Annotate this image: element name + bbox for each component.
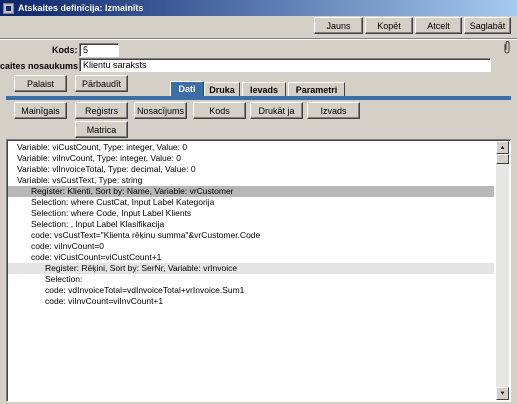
condition-button[interactable]: Nosacījums (134, 102, 187, 119)
list-item[interactable]: code: viInvCount=0 (8, 241, 494, 252)
tab-print[interactable]: Druka (204, 82, 240, 96)
output-button[interactable]: Izvads (307, 102, 360, 119)
list-item[interactable]: Variable: viCustCount, Type: integer, Va… (8, 142, 494, 153)
new-button[interactable]: Jauns (314, 17, 363, 34)
toolbar: Jauns Kopēt Atcelt Saglabāt (0, 16, 517, 38)
window-title: Atskaites definīcija: Izmainīts (18, 3, 144, 13)
tab-parameters[interactable]: Parametri (288, 82, 345, 96)
tab-input[interactable]: Ievads (242, 82, 286, 96)
name-label: caites nosaukums: (0, 61, 82, 71)
code-button[interactable]: Kods (193, 102, 246, 119)
check-button[interactable]: Pārbaudīt (75, 75, 128, 92)
vertical-scrollbar[interactable]: ▲ ▼ (496, 141, 509, 400)
list-item-highlighted[interactable]: Register: Rēķini, Sort by: SerNr, Variab… (8, 263, 494, 274)
print-if-button[interactable]: Drukāt ja (250, 102, 303, 119)
run-button[interactable]: Palaist (14, 75, 67, 92)
cancel-button[interactable]: Atcelt (415, 17, 462, 34)
list-item[interactable]: code: vdInvoiceTotal=vdInvoiceTotal+vrIn… (8, 285, 494, 296)
variables-button[interactable]: Mainīgais (14, 102, 67, 119)
list-item[interactable]: Selection: (8, 274, 494, 285)
scroll-thumb[interactable] (496, 154, 509, 164)
list-item[interactable]: Selection: , Input Label Klasifikacija (8, 219, 494, 230)
matrix-button[interactable]: Matrica (75, 121, 128, 138)
code-label: Kods: (52, 45, 78, 55)
name-field[interactable]: Klientu saraksts (79, 58, 491, 72)
tab-data[interactable]: Dati (170, 81, 204, 96)
list-item[interactable]: code: viInvCount=viInvCount+1 (8, 296, 494, 307)
copy-button[interactable]: Kopēt (365, 17, 413, 34)
list-item[interactable]: code: viCustCount=viCustCount+1 (8, 252, 494, 263)
list-item[interactable]: code: vsCustText="Klienta rēķinu summa"&… (8, 230, 494, 241)
tab-underline (6, 96, 511, 100)
scroll-down-icon[interactable]: ▼ (496, 387, 509, 400)
definition-list[interactable]: Variable: viCustCount, Type: integer, Va… (6, 139, 511, 402)
scroll-up-icon[interactable]: ▲ (496, 141, 509, 154)
list-item[interactable]: Variable: vlInvoiceTotal, Type: decimal,… (8, 164, 494, 175)
list-item-selected[interactable]: Register: Klienti, Sort by: Name, Variab… (8, 186, 494, 197)
list-item[interactable]: Selection: where CustCat, Input Label Ka… (8, 197, 494, 208)
code-field[interactable]: 5 (79, 43, 119, 57)
list-item[interactable]: Variable: viInvCount, Type: integer, Val… (8, 153, 494, 164)
list-item[interactable]: Selection: where Code, Input Label Klien… (8, 208, 494, 219)
paperclip-icon[interactable] (503, 41, 511, 54)
title-bar: Atskaites definīcija: Izmainīts (0, 0, 517, 16)
divider (0, 38, 517, 40)
list-item[interactable]: Variable: vsCustText, Type: string (8, 175, 494, 186)
save-button[interactable]: Saglabāt (464, 17, 511, 34)
app-icon (3, 2, 14, 14)
register-button[interactable]: Reģistrs (75, 102, 128, 119)
